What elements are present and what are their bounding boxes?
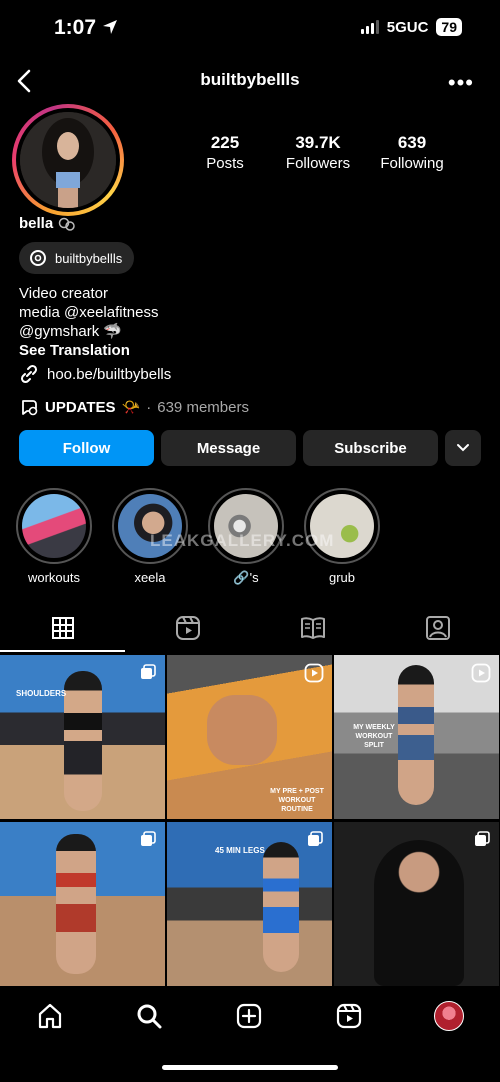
highlight-label: workouts [27, 570, 81, 585]
reels-nav-icon[interactable] [335, 1002, 363, 1030]
post-overlay-text: MY PRE + POST WORKOUT ROUTINE [270, 788, 324, 813]
post-thumbnail[interactable] [334, 822, 499, 986]
display-name-text: bella [19, 215, 54, 232]
suggested-accounts-button[interactable] [445, 430, 481, 466]
post-figure [398, 665, 434, 805]
highlight-ring [112, 488, 188, 564]
tab-reels[interactable] [125, 604, 250, 652]
threads-badge[interactable]: builtbybellls [19, 242, 135, 274]
active-tab-indicator [0, 650, 125, 652]
post-figure [263, 842, 299, 972]
posts-count-value: 225 [210, 133, 240, 152]
grid-icon [51, 617, 74, 639]
subscribe-button[interactable]: Subscribe [303, 430, 438, 466]
followers-count[interactable]: 39.7K Followers [273, 133, 363, 172]
carousel-icon [475, 831, 490, 846]
avatar[interactable] [20, 112, 116, 208]
channel-emoji: 📯 [121, 399, 141, 416]
battery-icon: 79 [436, 18, 462, 36]
see-translation-link[interactable]: See Translation [19, 341, 158, 360]
link-icon [20, 364, 38, 384]
highlight-label: xeela [134, 570, 166, 585]
bio: Video creator media @xeelafitness @gymsh… [19, 284, 158, 360]
post-figure [207, 695, 277, 765]
highlight-ring [16, 488, 92, 564]
highlight-label: grub [328, 570, 356, 585]
broadcast-channel[interactable]: UPDATES 📯 · 639 members [19, 397, 249, 417]
bio-line[interactable]: @gymshark 🦈 [19, 322, 158, 341]
following-count-value: 639 [397, 133, 427, 152]
highlight-workouts[interactable]: workouts [16, 488, 92, 585]
profile-username-title: builtbybellls [200, 70, 300, 89]
highlight-cover [22, 494, 86, 558]
tab-tagged[interactable] [375, 604, 500, 652]
post-overlay-text: 45 MIN LEGS [215, 846, 265, 855]
post-overlay-text: MY WEEKLY WORKOUT SPLIT [353, 724, 395, 749]
post-thumbnail[interactable] [0, 822, 165, 986]
highlight-ring [208, 488, 284, 564]
signal-icon [360, 20, 379, 34]
network-label: 5GUC [386, 18, 429, 36]
post-figure [374, 840, 464, 986]
post-thumbnail[interactable]: MY PRE + POST WORKOUT ROUTINE [167, 655, 332, 819]
tab-guides[interactable] [250, 604, 375, 652]
location-arrow-icon [102, 20, 117, 34]
channel-separator: · [146, 398, 152, 416]
carousel-icon [141, 831, 156, 846]
display-name: bella [19, 215, 77, 232]
post-thumbnail[interactable]: SHOULDERS [0, 655, 165, 819]
highlight-label: 🔗's [233, 570, 259, 585]
profile-nav-avatar[interactable] [434, 1001, 465, 1031]
reel-icon [304, 663, 324, 683]
bio-line: Video creator [19, 285, 108, 302]
following-count-label: Following [380, 155, 444, 172]
post-thumbnail[interactable]: 45 MIN LEGS [167, 822, 332, 986]
post-overlay-text: SHOULDERS [16, 689, 67, 698]
chevron-down-icon [457, 444, 469, 452]
highlight-ring [304, 488, 380, 564]
watermark: LEAKGALLERY.COM [150, 531, 335, 550]
followers-count-value: 39.7K [295, 133, 341, 152]
bio-link-text: hoo.be/builtbybells [47, 365, 172, 383]
tab-posts-grid[interactable] [0, 604, 125, 652]
post-figure [56, 834, 96, 974]
status-time-text: 1:07 [54, 16, 97, 39]
threads-icon [30, 250, 46, 266]
message-button[interactable]: Message [161, 430, 296, 466]
posts-count[interactable]: 225 Posts [180, 133, 270, 172]
threads-handle: builtbybellls [55, 250, 123, 266]
following-count[interactable]: 639 Following [367, 133, 457, 172]
post-thumbnail[interactable]: MY WEEKLY WORKOUT SPLIT [334, 655, 499, 819]
home-indicator [162, 1065, 338, 1070]
profile-tabs [0, 604, 500, 652]
reels-icon [175, 616, 200, 640]
status-indicators: 5GUC 79 [360, 18, 462, 36]
follow-button[interactable]: Follow [19, 430, 154, 466]
avatar-figure [20, 112, 116, 208]
status-time: 1:07 [54, 16, 118, 40]
carousel-icon [308, 831, 323, 846]
reel-icon [471, 663, 491, 683]
channel-icon [22, 400, 38, 416]
battery-level: 79 [441, 19, 457, 35]
guide-book-icon [300, 617, 325, 639]
bio-link[interactable]: hoo.be/builtbybells [19, 364, 171, 384]
followers-count-label: Followers [285, 155, 351, 172]
channel-members: 639 members [157, 398, 249, 416]
create-post-icon[interactable] [235, 1002, 263, 1030]
pronouns-icon [58, 217, 75, 231]
post-figure [64, 671, 102, 811]
more-options-icon[interactable]: ••• [448, 70, 474, 96]
bio-line[interactable]: media @xeelafitness [19, 303, 158, 322]
bottom-navigation [0, 986, 500, 1046]
carousel-icon [141, 664, 156, 679]
posts-count-label: Posts [206, 155, 244, 172]
search-icon[interactable] [135, 1002, 163, 1030]
tagged-person-icon [425, 616, 450, 640]
channel-name: UPDATES [45, 398, 116, 416]
home-icon[interactable] [36, 1002, 64, 1030]
